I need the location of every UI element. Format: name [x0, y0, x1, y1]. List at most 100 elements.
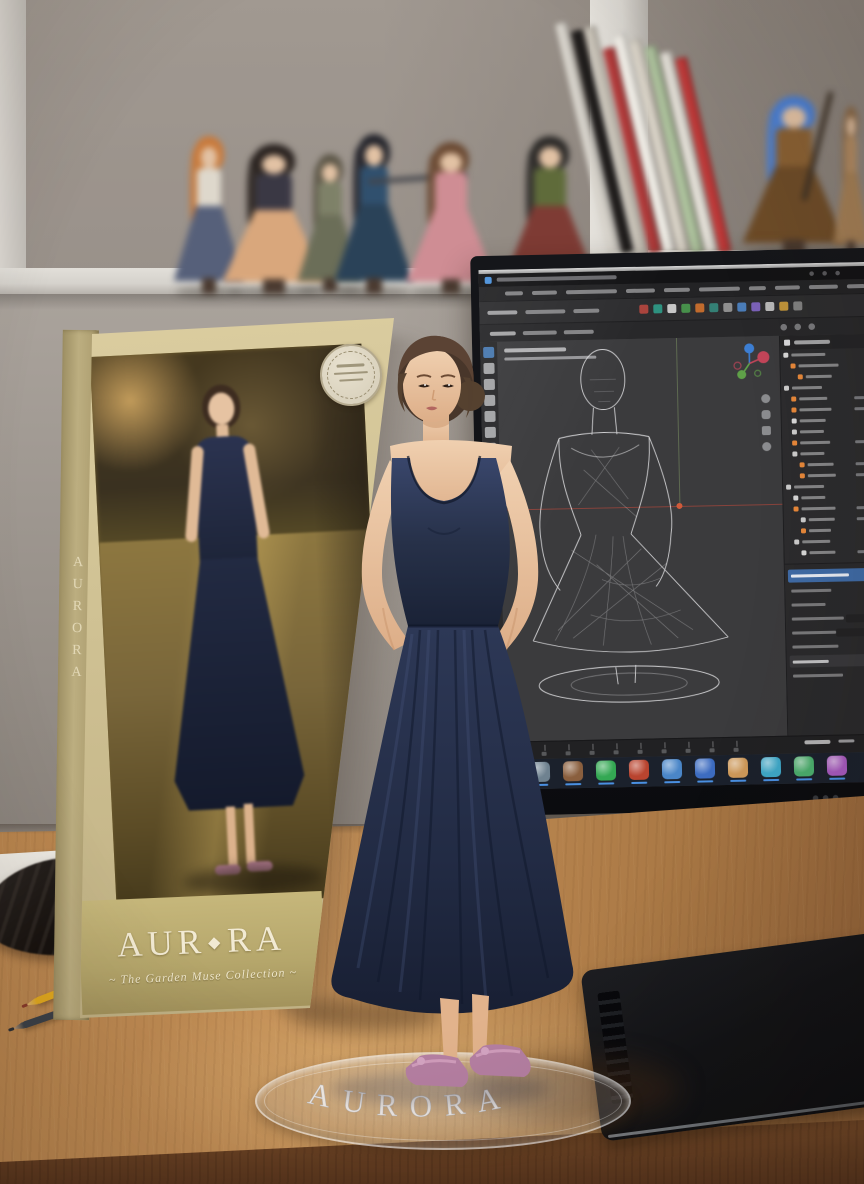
outliner-item-text: [806, 375, 832, 379]
taskbar-app[interactable]: [827, 754, 848, 780]
tool-dropdown[interactable]: [573, 309, 599, 314]
toolbar-icon[interactable]: [723, 303, 732, 312]
shelf-figure: [183, 136, 235, 294]
outliner-item-icon: [791, 396, 796, 401]
toolbar-icon[interactable]: [779, 302, 788, 311]
diamond-ornament-icon: ◆: [208, 932, 226, 952]
outliner-item-toggle[interactable]: [856, 473, 864, 476]
outliner-item-text: [791, 353, 825, 357]
zoom-icon[interactable]: [761, 394, 770, 403]
menu-item[interactable]: [626, 288, 655, 293]
properties-section-header-active[interactable]: [788, 568, 864, 583]
photo-model-leg: [244, 804, 256, 864]
menu-item[interactable]: [749, 286, 765, 290]
outliner-item-text: [809, 518, 835, 522]
app-icon[interactable]: [728, 758, 748, 778]
timeline-tick: [736, 741, 737, 747]
toolbar-icon[interactable]: [639, 305, 648, 314]
outliner-item-toggle[interactable]: [856, 506, 864, 509]
title-left: AUR: [116, 922, 207, 966]
grid-toggle-icon[interactable]: [762, 442, 771, 451]
camera-icon[interactable]: [762, 426, 771, 435]
outliner-item-icon: [792, 451, 797, 456]
menu-item[interactable]: [847, 284, 864, 288]
property-label-text: [792, 603, 826, 607]
outliner-item-icon: [800, 462, 805, 467]
properties-row[interactable]: [789, 626, 864, 639]
outliner-item-icon: [801, 528, 806, 533]
taskbar-app[interactable]: [794, 755, 815, 781]
tool-dropdown[interactable]: [525, 309, 565, 314]
timeline-marker-icon: [662, 749, 667, 753]
menu-item[interactable]: [532, 290, 557, 295]
menu-item[interactable]: [774, 285, 799, 290]
toolbar-icon[interactable]: [765, 302, 774, 311]
toolbar-icon[interactable]: [751, 302, 760, 311]
app-icon[interactable]: [794, 756, 814, 776]
mode-dropdown[interactable]: [487, 310, 517, 315]
toolbar-icon[interactable]: [709, 303, 718, 312]
properties-row[interactable]: [789, 640, 864, 653]
taskbar-app[interactable]: [629, 759, 650, 785]
outliner-item-icon: [786, 485, 791, 490]
property-label-text: [792, 645, 838, 649]
outliner-item-text: [802, 507, 836, 511]
search-icon[interactable]: [780, 323, 820, 331]
menu-item[interactable]: [505, 291, 523, 295]
outliner-item-text: [809, 529, 831, 532]
outliner-item-icon: [792, 429, 797, 434]
taskbar-app[interactable]: [695, 757, 716, 783]
shelf-figure: [838, 106, 864, 256]
property-value-field[interactable]: [836, 628, 864, 637]
toolbar-icon[interactable]: [695, 303, 704, 312]
shoe-bow-icon: [417, 1057, 425, 1065]
menu-item[interactable]: [698, 287, 740, 292]
property-label-text: [791, 589, 831, 593]
taskbar-app[interactable]: [662, 758, 683, 784]
app-icon[interactable]: [662, 759, 682, 779]
app-icon[interactable]: [695, 758, 715, 778]
timeline-marker-icon: [710, 748, 715, 752]
app-icon[interactable]: [761, 757, 781, 777]
properties-row[interactable]: [788, 584, 864, 597]
properties-row[interactable]: [788, 598, 864, 611]
figure-skirt: [742, 166, 845, 243]
window-controls[interactable]: [809, 270, 845, 276]
outliner-item-toggle[interactable]: [854, 396, 864, 399]
outliner-item-text: [800, 441, 830, 445]
outliner-item-toggle[interactable]: [857, 517, 864, 520]
outliner-row[interactable]: [784, 546, 864, 559]
property-value-field[interactable]: [846, 614, 864, 622]
properties-row[interactable]: [789, 612, 864, 625]
taskbar-app[interactable]: [761, 756, 782, 782]
taskbar-app[interactable]: [728, 757, 749, 783]
properties-section-header[interactable]: [790, 654, 864, 668]
app-icon[interactable]: [629, 760, 649, 780]
shoe-bow-icon: [481, 1047, 489, 1055]
toolbar-icon[interactable]: [737, 303, 746, 312]
menu-item[interactable]: [809, 285, 838, 290]
outliner-item-toggle[interactable]: [855, 440, 864, 443]
outliner-item-icon: [800, 473, 805, 478]
book-stack: [604, 14, 754, 254]
figure-legs: [366, 278, 382, 294]
figurine-left-ankle: [440, 998, 459, 1062]
navigation-gizmo[interactable]: [727, 341, 772, 386]
outliner-item-toggle[interactable]: [856, 462, 864, 465]
menu-item[interactable]: [664, 288, 689, 293]
properties-panel: [785, 563, 864, 736]
menu-item[interactable]: [566, 289, 617, 294]
properties-row[interactable]: [790, 669, 864, 682]
toolbar-icon[interactable]: [667, 304, 676, 313]
app-icon[interactable]: [827, 755, 847, 775]
outliner-item-text: [808, 474, 836, 478]
app-active-underline: [664, 781, 680, 783]
toolbar-icon[interactable]: [653, 304, 662, 313]
outliner-item-toggle[interactable]: [857, 550, 864, 553]
pan-icon[interactable]: [761, 410, 770, 419]
outliner-item-toggle[interactable]: [854, 407, 864, 410]
outliner-title-text: [794, 340, 830, 345]
toolbar-icon[interactable]: [793, 301, 802, 310]
outliner-item-icon: [792, 418, 797, 423]
toolbar-icon[interactable]: [681, 304, 690, 313]
